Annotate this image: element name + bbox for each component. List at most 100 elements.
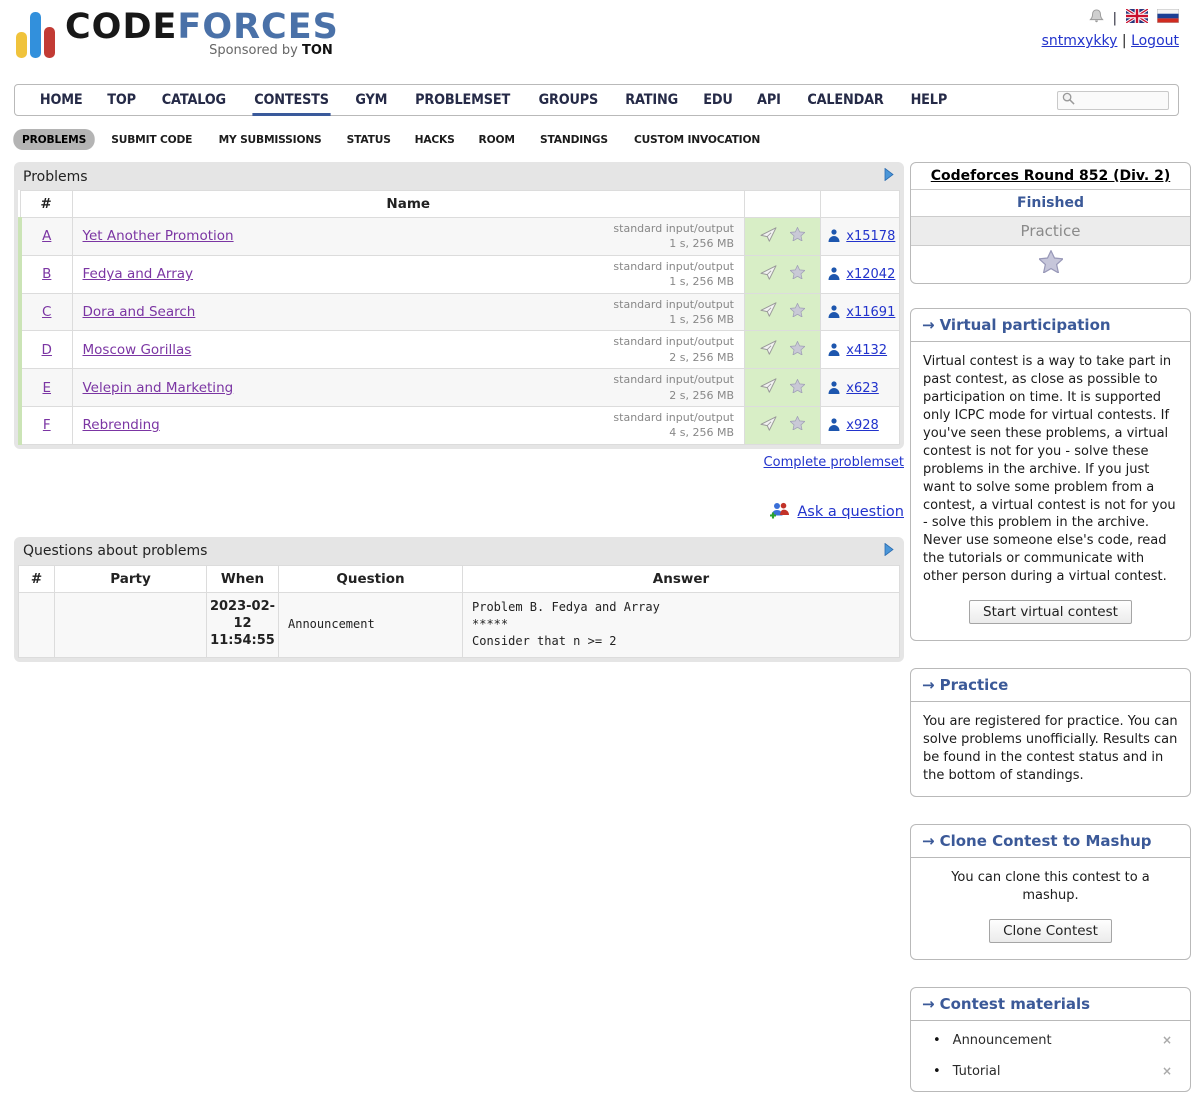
questions-table-box: Questions about problems # Party When Qu…	[14, 537, 904, 662]
header-user-area: | sntmxykky | Logout	[1042, 10, 1179, 49]
tab-my-submissions[interactable]: MY SUBMISSIONS	[209, 129, 329, 150]
menu-item-help[interactable]: HELP	[900, 86, 957, 114]
start-virtual-contest-button[interactable]: Start virtual contest	[969, 600, 1132, 624]
flag-uk-icon[interactable]	[1126, 9, 1148, 27]
tab-status[interactable]: STATUS	[338, 129, 399, 150]
problem-io-limits: standard input/output2 s, 256 MB	[613, 372, 734, 403]
sidebar: Codeforces Round 852 (Div. 2) Finished P…	[910, 162, 1191, 1119]
col-header-icons	[745, 191, 821, 218]
q-answer-cell: Problem B. Fedya and Array ***** Conside…	[463, 592, 900, 657]
user-handle-link[interactable]: sntmxykky	[1042, 33, 1118, 49]
solved-count-link[interactable]: x4132	[846, 343, 887, 358]
star-icon[interactable]	[790, 341, 805, 359]
sponsored-brand: TON	[302, 43, 333, 58]
search-icon	[1062, 92, 1075, 109]
complete-problemset-link[interactable]: Complete problemset	[764, 455, 904, 470]
menu-item-problemset[interactable]: PROBLEMSET	[405, 86, 520, 114]
bell-icon[interactable]	[1089, 9, 1104, 28]
menu-item-calendar[interactable]: CALENDAR	[797, 86, 894, 114]
problem-name-link[interactable]: Velepin and Marketing	[83, 380, 234, 396]
menu-item-api[interactable]: API	[747, 86, 791, 114]
menu-item-home[interactable]: HOME	[30, 86, 93, 114]
menu-item-groups[interactable]: GROUPS	[529, 86, 609, 114]
arrow-icon: →	[922, 995, 935, 1013]
paperplane-icon[interactable]	[760, 265, 777, 284]
contest-title-link[interactable]: Codeforces Round 852 (Div. 2)	[931, 168, 1170, 184]
menu-item-catalog[interactable]: CATALOG	[152, 86, 236, 114]
star-icon[interactable]	[790, 265, 805, 283]
solved-count-link[interactable]: x12042	[846, 267, 895, 282]
star-icon[interactable]	[790, 303, 805, 321]
flag-ru-icon[interactable]	[1157, 9, 1179, 27]
problem-io-limits: standard input/output1 s, 256 MB	[613, 297, 734, 328]
logo-text: CODEFORCES Sponsored by TON	[65, 8, 339, 58]
contest-registration: Practice	[911, 217, 1190, 246]
logout-link[interactable]: Logout	[1131, 33, 1179, 49]
search-input[interactable]	[1079, 93, 1165, 109]
menu-item-top[interactable]: TOP	[97, 86, 146, 114]
problems-table-box: Problems # Name A	[14, 162, 904, 449]
codeforces-logo[interactable]: CODEFORCES Sponsored by TON	[16, 8, 339, 58]
tab-submit-code[interactable]: SUBMIT CODE	[103, 129, 201, 150]
problem-letter-link[interactable]: C	[42, 304, 51, 320]
solved-count-link[interactable]: x623	[846, 381, 879, 396]
page-header: CODEFORCES Sponsored by TON | sntmxykky …	[0, 0, 1193, 82]
paperplane-icon[interactable]	[760, 378, 777, 397]
tab-hacks[interactable]: HACKS	[406, 129, 463, 150]
search-box	[1057, 91, 1169, 110]
practice-box: →Practice You are registered for practic…	[910, 668, 1191, 797]
contest-materials-box: →Contest materials Announcement × Tutori…	[910, 987, 1191, 1092]
problem-name-link[interactable]: Rebrending	[83, 417, 160, 433]
star-icon[interactable]	[790, 379, 805, 397]
menu-item-contests[interactable]: CONTESTS	[244, 86, 339, 114]
q-col-when: When	[207, 565, 279, 592]
problem-name-link[interactable]: Fedya and Array	[83, 266, 194, 282]
play-icon[interactable]	[884, 543, 894, 560]
person-icon	[828, 266, 842, 282]
star-icon[interactable]	[790, 416, 805, 434]
problem-row-a: A Yet Another Promotion standard input/o…	[20, 218, 900, 256]
problem-letter-link[interactable]: A	[42, 228, 51, 244]
arrow-icon: →	[922, 832, 935, 850]
star-icon[interactable]	[790, 227, 805, 245]
paperplane-icon[interactable]	[760, 416, 777, 435]
star-large-icon[interactable]	[1039, 262, 1063, 277]
solved-count-link[interactable]: x928	[846, 418, 879, 433]
ask-question-link[interactable]: Ask a question	[797, 504, 904, 520]
person-icon	[828, 380, 842, 396]
problem-letter-link[interactable]: F	[43, 417, 51, 433]
clone-text: You can clone this contest to a mashup.	[923, 869, 1178, 905]
sponsored-by-text: Sponsored by	[209, 43, 298, 58]
menu-item-rating[interactable]: RATING	[615, 86, 688, 114]
tab-room[interactable]: ROOM	[470, 129, 524, 150]
material-item-announcement[interactable]: Announcement ×	[919, 1025, 1182, 1056]
close-icon[interactable]: ×	[1158, 1064, 1176, 1078]
col-header-name: Name	[72, 191, 745, 218]
menu-item-gym[interactable]: GYM	[346, 86, 398, 114]
clone-contest-button[interactable]: Clone Contest	[989, 919, 1112, 943]
problem-row-e: E Velepin and Marketing standard input/o…	[20, 369, 900, 407]
problem-io-limits: standard input/output4 s, 256 MB	[613, 410, 734, 441]
problem-letter-link[interactable]: D	[42, 342, 52, 358]
problem-letter-link[interactable]: B	[42, 266, 51, 282]
tab-custom-invocation[interactable]: CUSTOM INVOCATION	[625, 129, 769, 150]
paperplane-icon[interactable]	[760, 227, 777, 246]
material-item-tutorial[interactable]: Tutorial ×	[919, 1056, 1182, 1087]
tab-standings[interactable]: STANDINGS	[531, 129, 616, 150]
problem-row-b: B Fedya and Array standard input/output1…	[20, 255, 900, 293]
virtual-text: Virtual contest is a way to take part in…	[923, 353, 1178, 586]
solved-count-link[interactable]: x15178	[846, 229, 895, 244]
paperplane-icon[interactable]	[760, 340, 777, 359]
problem-row-f: F Rebrending standard input/output4 s, 2…	[20, 406, 900, 444]
person-icon	[828, 304, 842, 320]
problem-letter-link[interactable]: E	[42, 380, 51, 396]
tab-problems[interactable]: PROBLEMS	[13, 129, 95, 150]
solved-count-link[interactable]: x11691	[846, 305, 895, 320]
problem-name-link[interactable]: Yet Another Promotion	[83, 228, 234, 244]
menu-item-edu[interactable]: EDU	[693, 86, 743, 114]
problem-name-link[interactable]: Moscow Gorillas	[83, 342, 192, 358]
close-icon[interactable]: ×	[1158, 1033, 1176, 1047]
play-icon[interactable]	[884, 168, 894, 185]
problem-name-link[interactable]: Dora and Search	[83, 304, 196, 320]
paperplane-icon[interactable]	[760, 302, 777, 321]
